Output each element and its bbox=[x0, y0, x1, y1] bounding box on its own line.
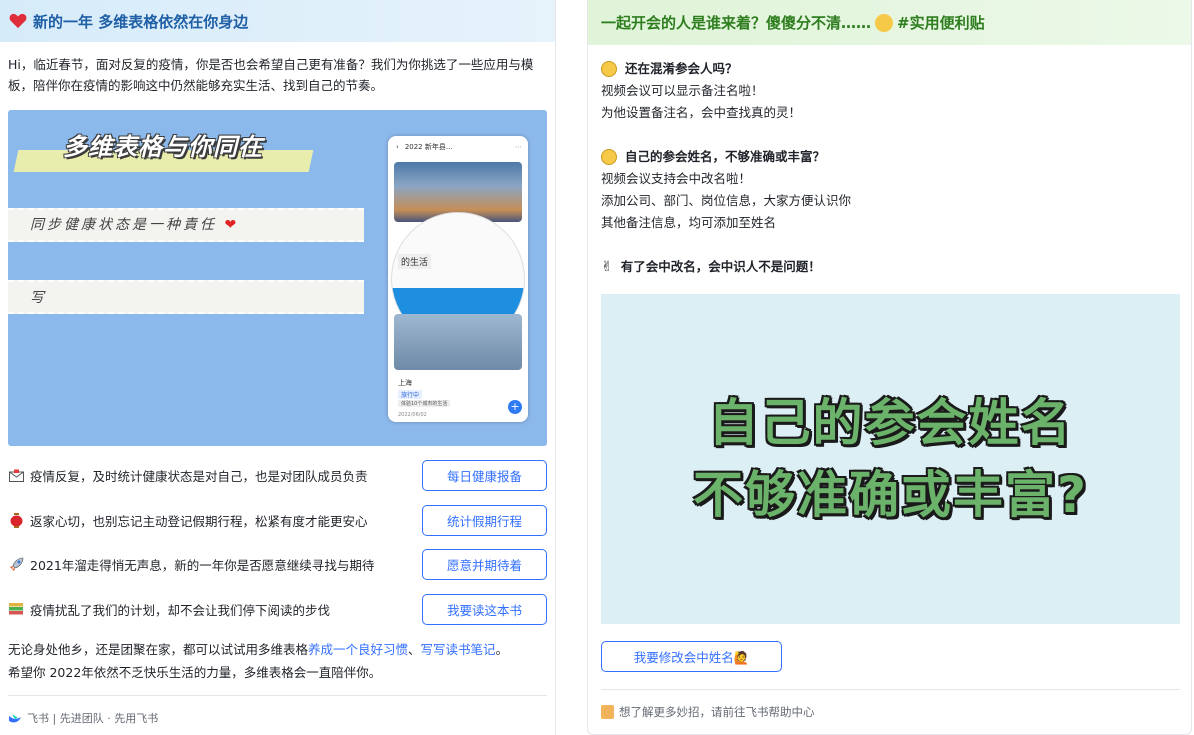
city-photo bbox=[394, 314, 522, 370]
left-card-title: 新的一年 多维表格依然在你身边 bbox=[33, 12, 249, 31]
feishu-logo-icon bbox=[9, 713, 21, 722]
right-card-tag: #实用便利贴 bbox=[897, 14, 985, 32]
more-icon: ⋯ bbox=[515, 143, 522, 151]
outro-text: 无论身处他乡，还是团聚在家，都可以试试用多维表格养成一个良好习惯、写写读书笔记。… bbox=[8, 638, 548, 684]
books-icon bbox=[8, 601, 24, 617]
gift-icon bbox=[601, 705, 614, 719]
tip-line: 其他备注信息，均可添加至姓名 bbox=[601, 215, 777, 230]
tip-heading: 自己的参会姓名，不够准确或丰富？ bbox=[601, 146, 851, 168]
action-row: 疫情反复，及时统计健康状态是对自己，也是对团队成员负责 每日健康报备 bbox=[8, 459, 548, 491]
plus-icon: + bbox=[508, 400, 522, 414]
phone-tag: 的生活 bbox=[398, 254, 432, 269]
tip-line: 视频会议支持会中改名啦！ bbox=[601, 171, 752, 186]
good-habit-link[interactable]: 养成一个良好习惯 bbox=[308, 642, 408, 657]
phone-city: 上海 bbox=[398, 379, 412, 387]
right-card-footer: 想了解更多妙招，请前往飞书帮助中心 bbox=[601, 704, 815, 720]
victory-hand-icon: ✌ bbox=[601, 259, 613, 275]
envelope-icon bbox=[8, 467, 24, 483]
action-row: 疫情扰乱了我们的计划，却不会让我们停下阅读的步伐 我要读这本书 bbox=[8, 593, 548, 625]
tip-heading: ✌ 有了会中改名，会中识人不是问题！ bbox=[601, 256, 821, 278]
phone-chip: 体验10个城市的生活 bbox=[398, 400, 451, 407]
look-forward-button[interactable]: 愿意并期待着 bbox=[422, 548, 547, 580]
left-message-card: 新的一年 多维表格依然在你身边 Hi，临近春节，面对反复的疫情，你是否也会希望自… bbox=[0, 0, 556, 735]
tip-heading: 还在混淆参会人吗？ bbox=[601, 58, 801, 80]
confused-face-icon bbox=[601, 61, 617, 77]
phone-topbar: ‹ 2022 新年县... ⋯ bbox=[388, 136, 528, 158]
image-headline: 不够准确或丰富? bbox=[692, 466, 1088, 524]
help-center-link[interactable]: 想了解更多妙招，请前往飞书帮助中心 bbox=[619, 704, 815, 720]
banner-title: 多维表格与你同在 bbox=[63, 133, 263, 161]
action-row: 返家心切，也别忘记主动登记假期行程，松紧有度才能更安心 统计假期行程 bbox=[8, 504, 548, 536]
brush-stroke bbox=[8, 280, 364, 314]
tip-line: 添加公司、部门、岗位信息，大家方便认识你 bbox=[601, 193, 852, 208]
rename-promo-image[interactable]: 自己的参会姓名 不够准确或丰富? bbox=[601, 294, 1180, 624]
outro-line: 无论身处他乡，还是团聚在家，都可以试试用多维表格养成一个良好习惯、写写读书笔记。 bbox=[8, 642, 509, 657]
banner-line: 同步健康状态是一种責任 ❤ bbox=[30, 217, 240, 233]
tip-line: 为他设置备注名，会中查找真的灵！ bbox=[601, 105, 802, 120]
outro-line: 希望你 2022年依然不乏快乐生活的力量，多维表格会一直陪伴你。 bbox=[8, 665, 382, 680]
image-headline: 自己的参会姓名 bbox=[708, 394, 1073, 452]
right-message-card: 一起开会的人是谁来着？傻傻分不清…… #实用便利贴 还在混淆参会人吗？ 视频会议… bbox=[587, 0, 1192, 735]
phone-title: 2022 新年县... bbox=[404, 143, 453, 151]
phone-date: 2022/06/02 bbox=[398, 412, 427, 418]
phone-chip: 旅行中 bbox=[398, 390, 423, 399]
reading-notes-link[interactable]: 写写读书笔记 bbox=[421, 642, 496, 657]
rename-in-meeting-button[interactable]: 我要修改会中姓名🙋 bbox=[601, 641, 782, 672]
promo-banner-image[interactable]: 多维表格与你同在 同步健康状态是一种責任 ❤ 写 ‹ 2022 新年县... ⋯… bbox=[8, 110, 547, 446]
divider bbox=[601, 689, 1180, 690]
thinking-face-icon bbox=[875, 13, 894, 32]
divider bbox=[8, 695, 547, 696]
footer-text: 飞书 | 先进团队 · 先用飞书 bbox=[27, 712, 159, 725]
phone-mockup: ‹ 2022 新年县... ⋯ 的生活 上海 旅行中 体验10个城市的生活 20… bbox=[388, 136, 528, 422]
tip-section: 自己的参会姓名，不够准确或丰富？ 视频会议支持会中改名啦！ 添加公司、部门、岗位… bbox=[601, 146, 851, 234]
left-card-header: 新的一年 多维表格依然在你身边 bbox=[0, 0, 555, 42]
smiling-face-icon bbox=[601, 149, 617, 165]
left-card-footer: 飞书 | 先进团队 · 先用飞书 bbox=[8, 710, 158, 726]
tip-line: 视频会议可以显示备注名啦！ bbox=[601, 83, 764, 98]
intro-text: Hi，临近春节，面对反复的疫情，你是否也会希望自己更有准备？我们为你挑选了一些应… bbox=[8, 57, 534, 93]
right-card-title: 一起开会的人是谁来着？傻傻分不清…… bbox=[601, 14, 872, 32]
action-row: 2021年溜走得悄无声息，新的一年你是否愿意继续寻找与期待 愿意并期待着 bbox=[8, 548, 548, 580]
right-card-header: 一起开会的人是谁来着？傻傻分不清…… #实用便利贴 bbox=[588, 0, 1191, 45]
back-icon: ‹ bbox=[396, 143, 399, 151]
read-this-book-button[interactable]: 我要读这本书 bbox=[422, 593, 547, 625]
tip-section: ✌ 有了会中改名，会中识人不是问题！ bbox=[601, 256, 821, 278]
lantern-icon bbox=[8, 512, 24, 528]
heart-icon bbox=[9, 13, 27, 29]
holiday-itinerary-button[interactable]: 统计假期行程 bbox=[422, 504, 547, 536]
banner-line: 写 bbox=[30, 290, 44, 306]
daily-health-report-button[interactable]: 每日健康报备 bbox=[422, 459, 547, 491]
tip-section: 还在混淆参会人吗？ 视频会议可以显示备注名啦！ 为他设置备注名，会中查找真的灵！ bbox=[601, 58, 801, 124]
rocket-icon bbox=[8, 556, 24, 572]
